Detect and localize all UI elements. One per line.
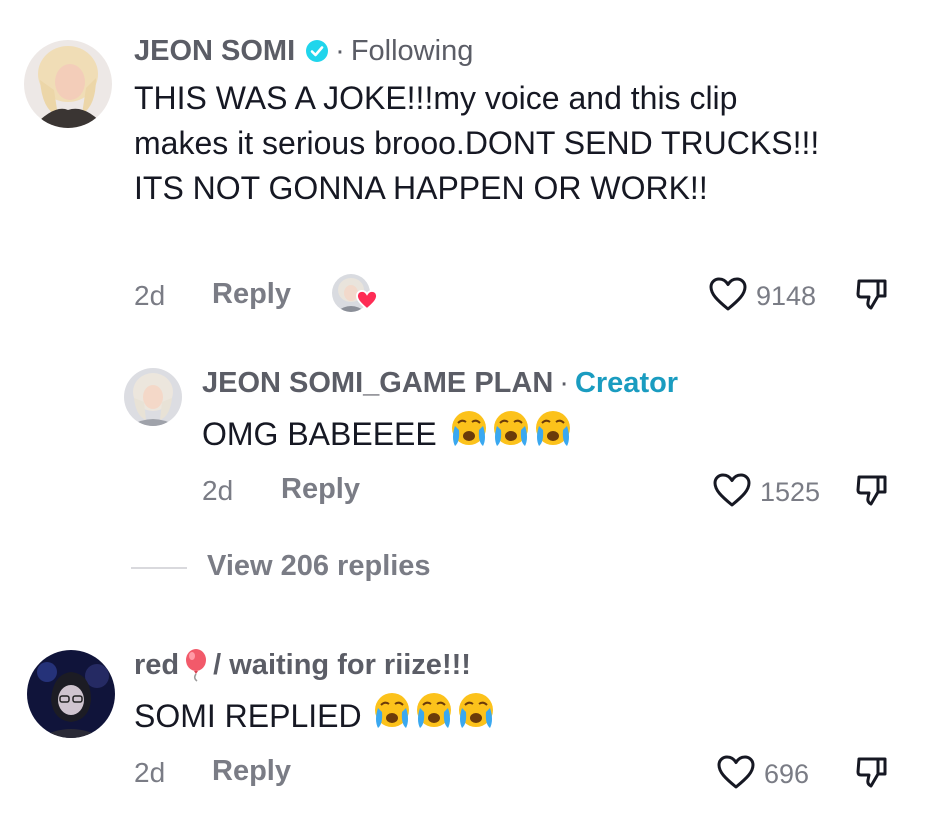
reply-button[interactable]: Reply [281,473,360,506]
view-replies-divider [131,567,187,569]
crying-emoji-group [449,408,573,460]
like-button[interactable]: 696 [716,754,809,795]
like-count: 9148 [756,281,817,311]
crying-face-icon [491,408,531,460]
liked-heart-icon [356,289,378,315]
creator-liked-indicator [330,272,378,316]
dislike-button[interactable] [854,754,890,795]
crying-face-icon [414,690,454,742]
commenter-avatar[interactable] [24,40,112,128]
following-label: Following [350,34,474,67]
reply-text: OMG BABEEEE [202,415,437,452]
commenter-avatar[interactable] [27,650,115,738]
comment-header: red / waiting for riize!!! [134,646,471,684]
like-count: 1525 [760,477,821,507]
comment-text: SOMI REPLIED [134,697,362,734]
heart-icon [708,276,748,317]
separator-dot: · [559,366,569,399]
verified-badge-icon [305,39,329,63]
crying-face-icon [456,690,496,742]
view-replies-button[interactable]: View 206 replies [207,550,431,583]
thumbs-down-icon [854,279,890,316]
heart-icon [712,472,752,513]
reply-time: 2d [202,475,234,506]
thumbs-down-icon [854,757,890,794]
crying-emoji-group [372,690,496,742]
username-suffix: / waiting for riize!!! [213,648,471,681]
username[interactable]: red [134,649,179,682]
comment-time: 2d [134,757,166,788]
balloon-icon [183,648,209,682]
reply-username[interactable]: JEON SOMI_GAME PLAN [202,367,553,400]
comment-text: THIS WAS A JOKE!!!my voice and this clip… [134,80,820,206]
comment-time: 2d [134,280,166,311]
crying-face-icon [533,408,573,460]
username[interactable]: JEON SOMI [134,35,295,68]
comment-text-line: SOMI REPLIED [134,690,496,742]
reply-avatar[interactable] [124,368,182,426]
reply-button[interactable]: Reply [212,755,291,788]
reply-header: JEON SOMI_GAME PLAN · Creator [202,364,678,402]
like-count: 696 [764,759,810,789]
reply-button[interactable]: Reply [212,278,291,311]
comment-header: JEON SOMI · Following [134,32,473,70]
crying-face-icon [449,408,489,460]
separator-dot: · [335,34,345,67]
reply-like-button[interactable]: 1525 [712,472,820,513]
like-button[interactable]: 9148 [708,276,816,317]
crying-face-icon [372,690,412,742]
dislike-button[interactable] [854,276,890,317]
creator-badge: Creator [574,366,679,399]
thumbs-down-icon [854,475,890,512]
reply-text-line: OMG BABEEEE [202,408,573,460]
reply-dislike-button[interactable] [854,472,890,513]
heart-icon [716,754,756,795]
